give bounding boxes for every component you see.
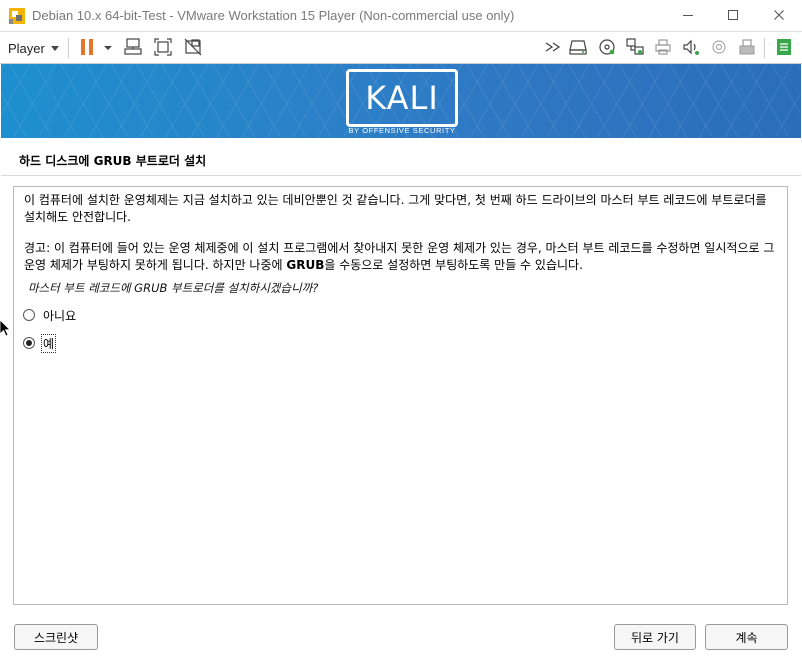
more-devices-button[interactable]	[543, 38, 563, 58]
pause-icon	[79, 38, 95, 59]
sound-card-button[interactable]	[681, 38, 701, 58]
install-question: 마스터 부트 레코드에 GRUB 부트로더를 설치하시겠습니까?	[28, 281, 319, 295]
installer-panel: 이 컴퓨터에 설치한 운영체제는 지금 설치하고 있는 데비안뿐인 것 같습니다…	[13, 186, 788, 605]
radio-selected-dot	[26, 340, 32, 346]
vmware-player-icon	[8, 7, 26, 25]
kali-logo: KALI	[346, 69, 458, 127]
window-title: Debian 10.x 64-bit-Test - VMware Worksta…	[32, 8, 515, 23]
fit-guest-icon	[153, 37, 173, 60]
message-log-button[interactable]	[774, 38, 794, 58]
player-menu[interactable]: Player	[8, 38, 59, 58]
pause-button[interactable]	[77, 38, 97, 58]
hard-disk-icon	[568, 38, 588, 59]
toolbar-divider	[68, 38, 69, 58]
hard-disk-button[interactable]	[568, 38, 588, 58]
maximize-icon	[727, 9, 739, 24]
screenshot-button[interactable]: 스크린샷	[14, 624, 98, 650]
usb-device-icon	[738, 38, 756, 59]
kali-banner: KALI BY OFFENSIVE SECURITY	[1, 64, 801, 138]
continue-button[interactable]: 계속	[705, 624, 788, 650]
network-adapter-icon	[626, 37, 644, 59]
message-log-icon	[776, 38, 792, 59]
warning-text-grub: GRUB	[286, 258, 325, 272]
send-ctrl-alt-del-button[interactable]	[123, 37, 143, 60]
camera-button[interactable]	[709, 38, 729, 58]
chevron-down-icon	[50, 45, 59, 51]
option-yes[interactable]: 예	[23, 333, 57, 353]
send-ctrl-alt-del-icon	[123, 37, 143, 60]
warning-paragraph: 경고: 이 컴퓨터에 들어 있는 운영 체제중에 이 설치 프로그램에서 찾아내…	[24, 240, 776, 274]
player-toolbar: Player	[0, 32, 802, 64]
printer-icon	[654, 38, 672, 59]
info-paragraph: 이 컴퓨터에 설치한 운영체제는 지금 설치하고 있는 데비안뿐인 것 같습니다…	[24, 193, 767, 224]
option-no-label: 아니요	[43, 308, 77, 323]
close-icon	[773, 9, 785, 24]
maximize-button[interactable]	[710, 0, 756, 32]
minimize-button[interactable]	[665, 0, 711, 32]
radio-button-no[interactable]	[23, 309, 35, 321]
back-button[interactable]: 뒤로 가기	[614, 624, 696, 650]
camera-icon	[710, 38, 728, 59]
option-no[interactable]: 아니요	[23, 306, 77, 324]
cd-dvd-button[interactable]	[597, 38, 617, 58]
warning-text-end: 을 수동으로 설정하면 부팅하도록 만들 수 있습니다.	[324, 258, 583, 272]
minimize-icon	[682, 9, 694, 24]
heading-divider	[1, 175, 801, 176]
cd-dvd-icon	[598, 38, 616, 59]
kali-tagline: BY OFFENSIVE SECURITY	[348, 126, 456, 135]
toolbar-divider	[764, 38, 765, 58]
printer-button[interactable]	[653, 38, 673, 58]
fast-forward-icon	[544, 41, 562, 56]
mouse-cursor-icon	[0, 319, 11, 338]
fit-guest-button[interactable]	[153, 37, 173, 60]
close-button[interactable]	[756, 0, 802, 32]
kali-logo-text: KALI	[365, 79, 439, 117]
player-menu-label: Player	[8, 40, 45, 56]
unity-mode-button[interactable]	[183, 38, 203, 58]
option-yes-label: 예	[40, 333, 57, 353]
power-options-dropdown[interactable]	[98, 38, 118, 58]
sound-card-icon	[682, 38, 700, 59]
network-adapter-button[interactable]	[625, 37, 645, 59]
unity-mode-icon	[183, 37, 203, 60]
usb-device-button[interactable]	[737, 38, 757, 58]
dropdown-arrow-icon	[103, 41, 113, 55]
window-title-bar: Debian 10.x 64-bit-Test - VMware Worksta…	[0, 0, 802, 32]
radio-button-yes[interactable]	[23, 337, 35, 349]
page-title: 하드 디스크에 GRUB 부트로더 설치	[19, 154, 207, 168]
